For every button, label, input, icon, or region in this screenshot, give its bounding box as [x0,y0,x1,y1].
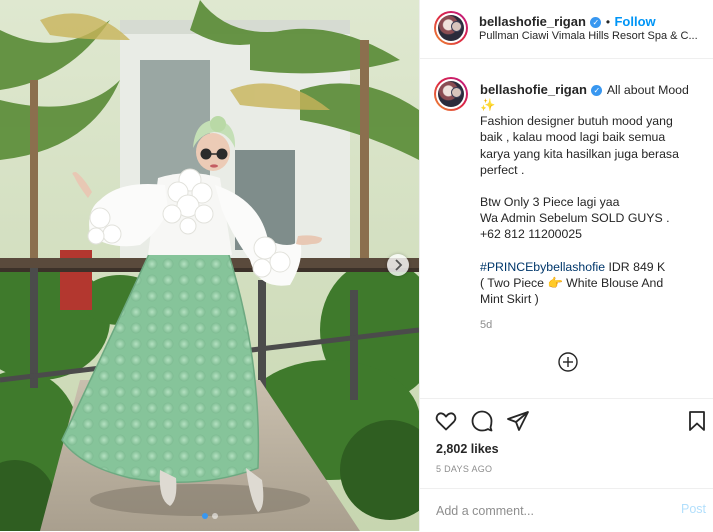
carousel-dot-active [201,513,208,519]
action-bar: 2,802 likes 5 DAYS AGO [420,398,713,489]
post-header: bellashofie_rigan ✓ • Follow Pullman Cia… [420,0,713,59]
avatar[interactable] [434,11,468,45]
carousel-next-button[interactable] [387,254,409,276]
post-side-panel: bellashofie_rigan ✓ • Follow Pullman Cia… [419,0,713,531]
caption-line: Wa Admin Sebelum SOLD GUYS . [480,211,670,226]
share-button[interactable] [506,409,530,433]
caption-line: +62 812 11200025 [480,227,583,242]
header-username[interactable]: bellashofie_rigan [479,14,586,29]
bookmark-button[interactable] [685,409,709,433]
caption-line: karya yang kita hasilkan juga berasa [480,146,679,161]
bookmark-icon [689,411,705,431]
comment-button[interactable] [470,409,494,433]
detail-text: ( Two Piece [480,275,548,290]
post-photo[interactable] [0,0,419,531]
chevron-right-icon [395,259,403,271]
sparkle-emoji-icon: ✨ [480,98,496,112]
caption-line: Btw Only 3 Piece lagi yaa [480,195,620,210]
comment-input[interactable] [434,499,658,523]
post-date[interactable]: 5 DAYS AGO [436,464,492,474]
fashion-photo-illustration [0,0,419,531]
detail-text: Mint Skirt ) [480,292,539,307]
price-text: IDR 849 K [605,259,666,274]
carousel-dot [211,513,218,519]
caption-line: Fashion designer butuh mood yang [480,114,673,129]
plus-circle-icon [558,352,578,372]
load-more-comments-button[interactable] [558,352,578,372]
heart-icon [435,412,457,431]
comment-icon [471,410,493,432]
post-comment-button[interactable]: Post [681,502,706,516]
separator-dot: • [605,15,611,29]
like-button[interactable] [434,409,458,433]
caption-line: perfect . [480,162,525,177]
caption-area: bellashofie_rigan ✓ All about Mood ✨ Fas… [420,59,713,397]
follow-button[interactable]: Follow [614,14,655,29]
verified-badge-icon: ✓ [590,17,602,28]
carousel-indicator [0,513,419,519]
caption-avatar[interactable] [434,77,468,111]
pointing-hand-emoji-icon: 👉 [547,275,563,290]
share-icon [507,411,529,431]
caption-time-ago[interactable]: 5d [480,319,492,331]
caption-body: ✨ Fashion designer butuh mood yang baik … [480,97,708,307]
caption-line: baik , kalau mood lagi baik semua [480,130,666,145]
comment-bar: Post [420,488,713,532]
hashtag-link[interactable]: #PRINCEbybellashofie [480,260,605,274]
location-link[interactable]: Pullman Ciawi Vimala Hills Resort Spa & … [479,30,709,42]
caption-username[interactable]: bellashofie_rigan [480,82,587,97]
likes-count[interactable]: 2,802 likes [436,442,499,456]
caption-title: All about Mood [606,83,689,97]
caption-verified-badge-icon: ✓ [591,85,603,96]
detail-text: White Blouse And [562,275,664,290]
